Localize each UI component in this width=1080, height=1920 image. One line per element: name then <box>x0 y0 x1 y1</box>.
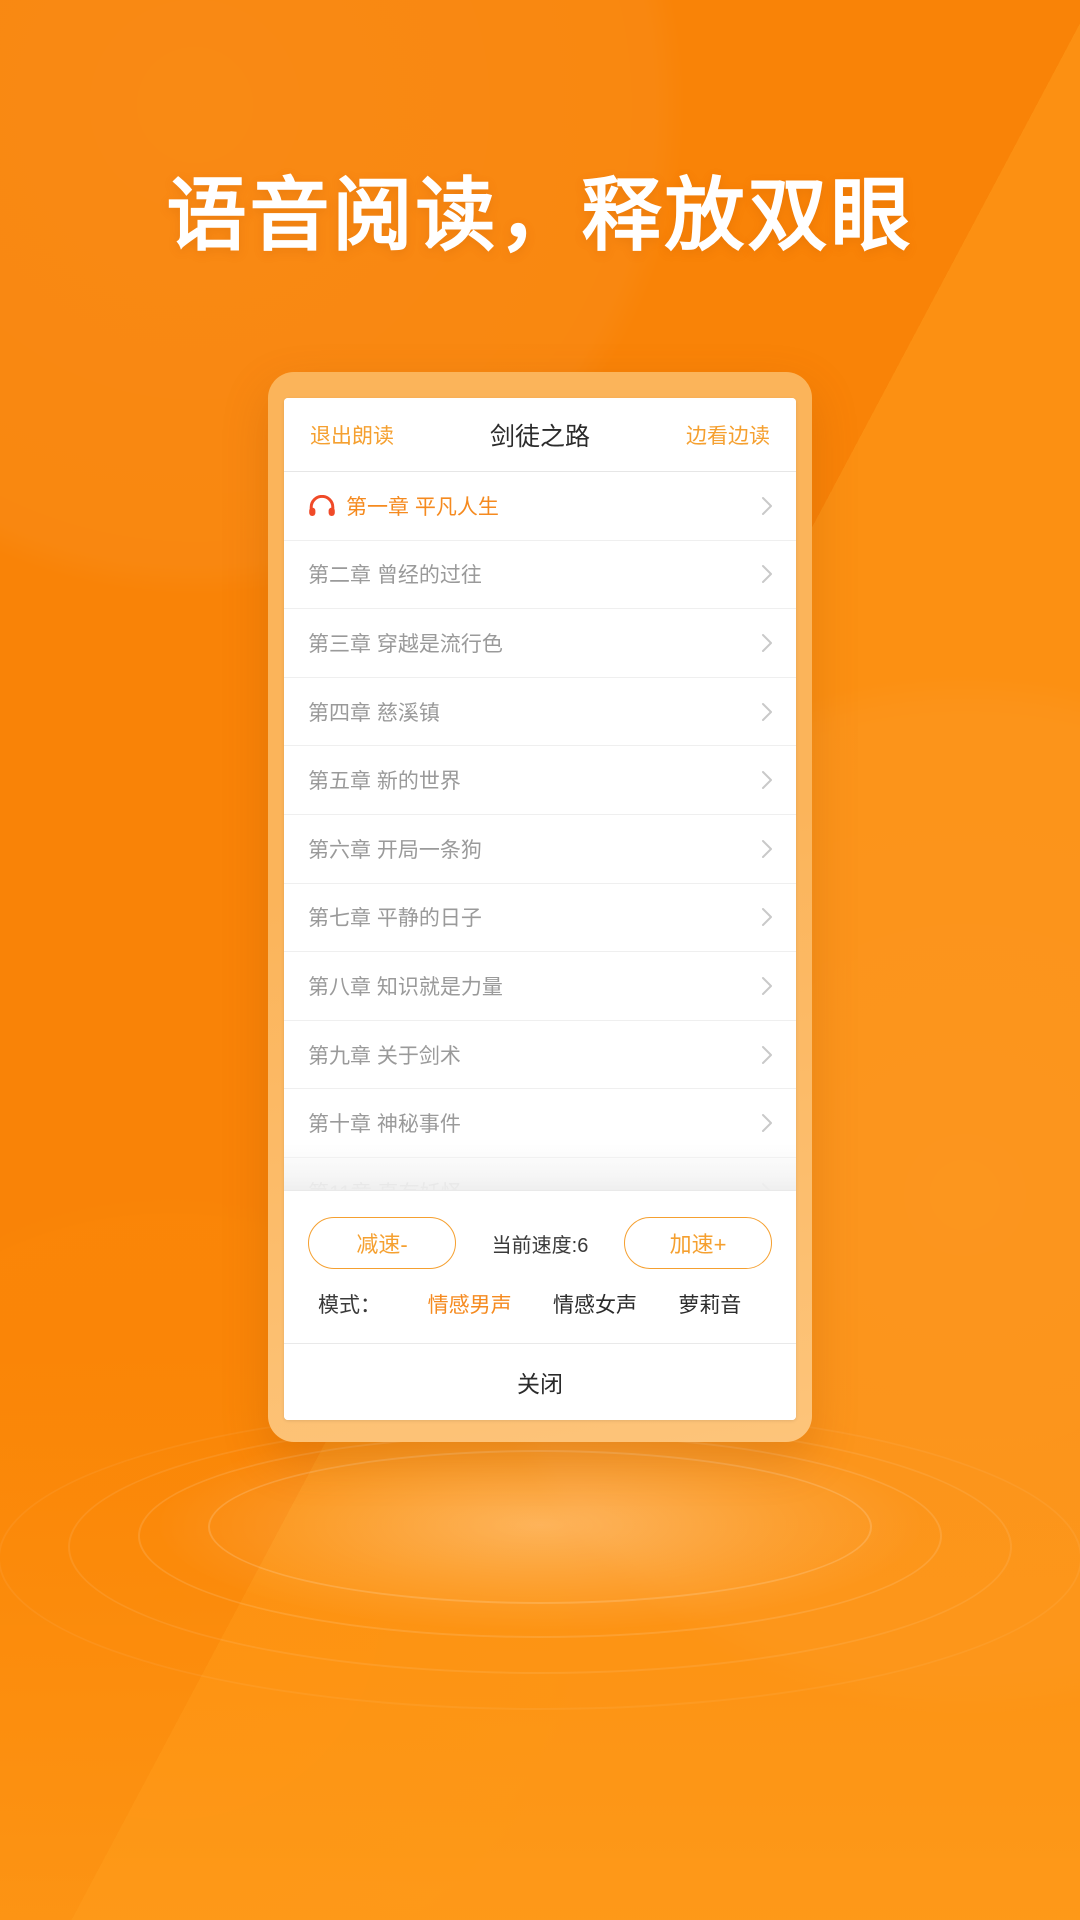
chapter-row[interactable]: 第二章 曾经的过往 <box>284 541 796 610</box>
chapter-row[interactable]: 第五章 新的世界 <box>284 746 796 815</box>
phone-mockup: 退出朗读 剑徒之路 边看边读 第一章 平凡人生 第二章 曾经的过往 第三章 穿越… <box>268 372 812 1442</box>
exit-reading-button[interactable]: 退出朗读 <box>310 420 394 450</box>
voice-mode-female[interactable]: 情感女声 <box>532 1289 657 1319</box>
chapter-label: 第六章 开局一条狗 <box>308 838 482 862</box>
glow-ring-4 <box>0 1406 1080 1710</box>
chapter-label: 第七章 平静的日子 <box>308 907 482 931</box>
chevron-right-icon <box>760 768 774 792</box>
chevron-right-icon <box>760 1043 774 1067</box>
voice-mode-loli[interactable]: 萝莉音 <box>658 1289 762 1319</box>
read-along-button[interactable]: 边看边读 <box>686 420 770 450</box>
chapter-label: 第四章 慈溪镇 <box>308 701 440 725</box>
chapter-row[interactable]: 第一章 平凡人生 <box>284 472 796 541</box>
chapter-label: 第三章 穿越是流行色 <box>308 632 503 656</box>
chevron-right-icon <box>760 905 774 929</box>
chevron-right-icon <box>760 562 774 586</box>
headphones-icon <box>308 494 336 517</box>
mode-label: 模式： <box>318 1294 381 1317</box>
voice-mode-row: 模式： 情感男声 情感女声 萝莉音 <box>284 1285 796 1343</box>
chapter-label: 第二章 曾经的过往 <box>308 564 482 588</box>
playback-controls: 减速- 当前速度:6 加速+ 模式： 情感男声 情感女声 萝莉音 关闭 <box>284 1190 796 1420</box>
voice-mode-male[interactable]: 情感男声 <box>407 1289 532 1319</box>
chapter-label: 第一章 平凡人生 <box>346 495 499 519</box>
app-header: 退出朗读 剑徒之路 边看边读 <box>284 398 796 472</box>
chapter-row[interactable]: 第三章 穿越是流行色 <box>284 609 796 678</box>
chapter-row[interactable]: 第八章 知识就是力量 <box>284 952 796 1021</box>
close-row[interactable]: 关闭 <box>284 1343 796 1420</box>
speed-control-row: 减速- 当前速度:6 加速+ <box>284 1191 796 1285</box>
chapter-row[interactable]: 第四章 慈溪镇 <box>284 678 796 747</box>
chevron-right-icon <box>760 1180 774 1190</box>
chapter-row[interactable]: 第七章 平静的日子 <box>284 884 796 953</box>
close-button[interactable]: 关闭 <box>517 1365 563 1399</box>
chapter-label: 第十章 神秘事件 <box>308 1113 461 1137</box>
chevron-right-icon <box>760 1111 774 1135</box>
chapter-label: 第八章 知识就是力量 <box>308 975 503 999</box>
chapter-row[interactable]: 第十章 神秘事件 <box>284 1089 796 1158</box>
chevron-right-icon <box>760 631 774 655</box>
chapter-list[interactable]: 第一章 平凡人生 第二章 曾经的过往 第三章 穿越是流行色 第四章 慈溪镇 第五… <box>284 472 796 1190</box>
chapter-label: 第11章 真有妖怪 <box>308 1177 760 1190</box>
decrease-speed-button[interactable]: 减速- <box>308 1217 456 1269</box>
chapter-row[interactable]: 第六章 开局一条狗 <box>284 815 796 884</box>
chevron-right-icon <box>760 700 774 724</box>
chevron-right-icon <box>760 837 774 861</box>
current-speed-label: 当前速度:6 <box>491 1234 589 1257</box>
chevron-right-icon <box>760 494 774 518</box>
chevron-right-icon <box>760 974 774 998</box>
increase-speed-button[interactable]: 加速+ <box>624 1217 772 1269</box>
poster-headline: 语音阅读，释放双眼 <box>166 171 914 260</box>
app-screen: 退出朗读 剑徒之路 边看边读 第一章 平凡人生 第二章 曾经的过往 第三章 穿越… <box>284 398 796 1420</box>
chapter-label: 第五章 新的世界 <box>308 770 461 794</box>
book-title: 剑徒之路 <box>489 422 590 451</box>
chapter-row[interactable]: 第11章 真有妖怪 <box>284 1158 796 1190</box>
chapter-label: 第九章 关于剑术 <box>308 1044 461 1068</box>
chapter-row[interactable]: 第九章 关于剑术 <box>284 1021 796 1090</box>
